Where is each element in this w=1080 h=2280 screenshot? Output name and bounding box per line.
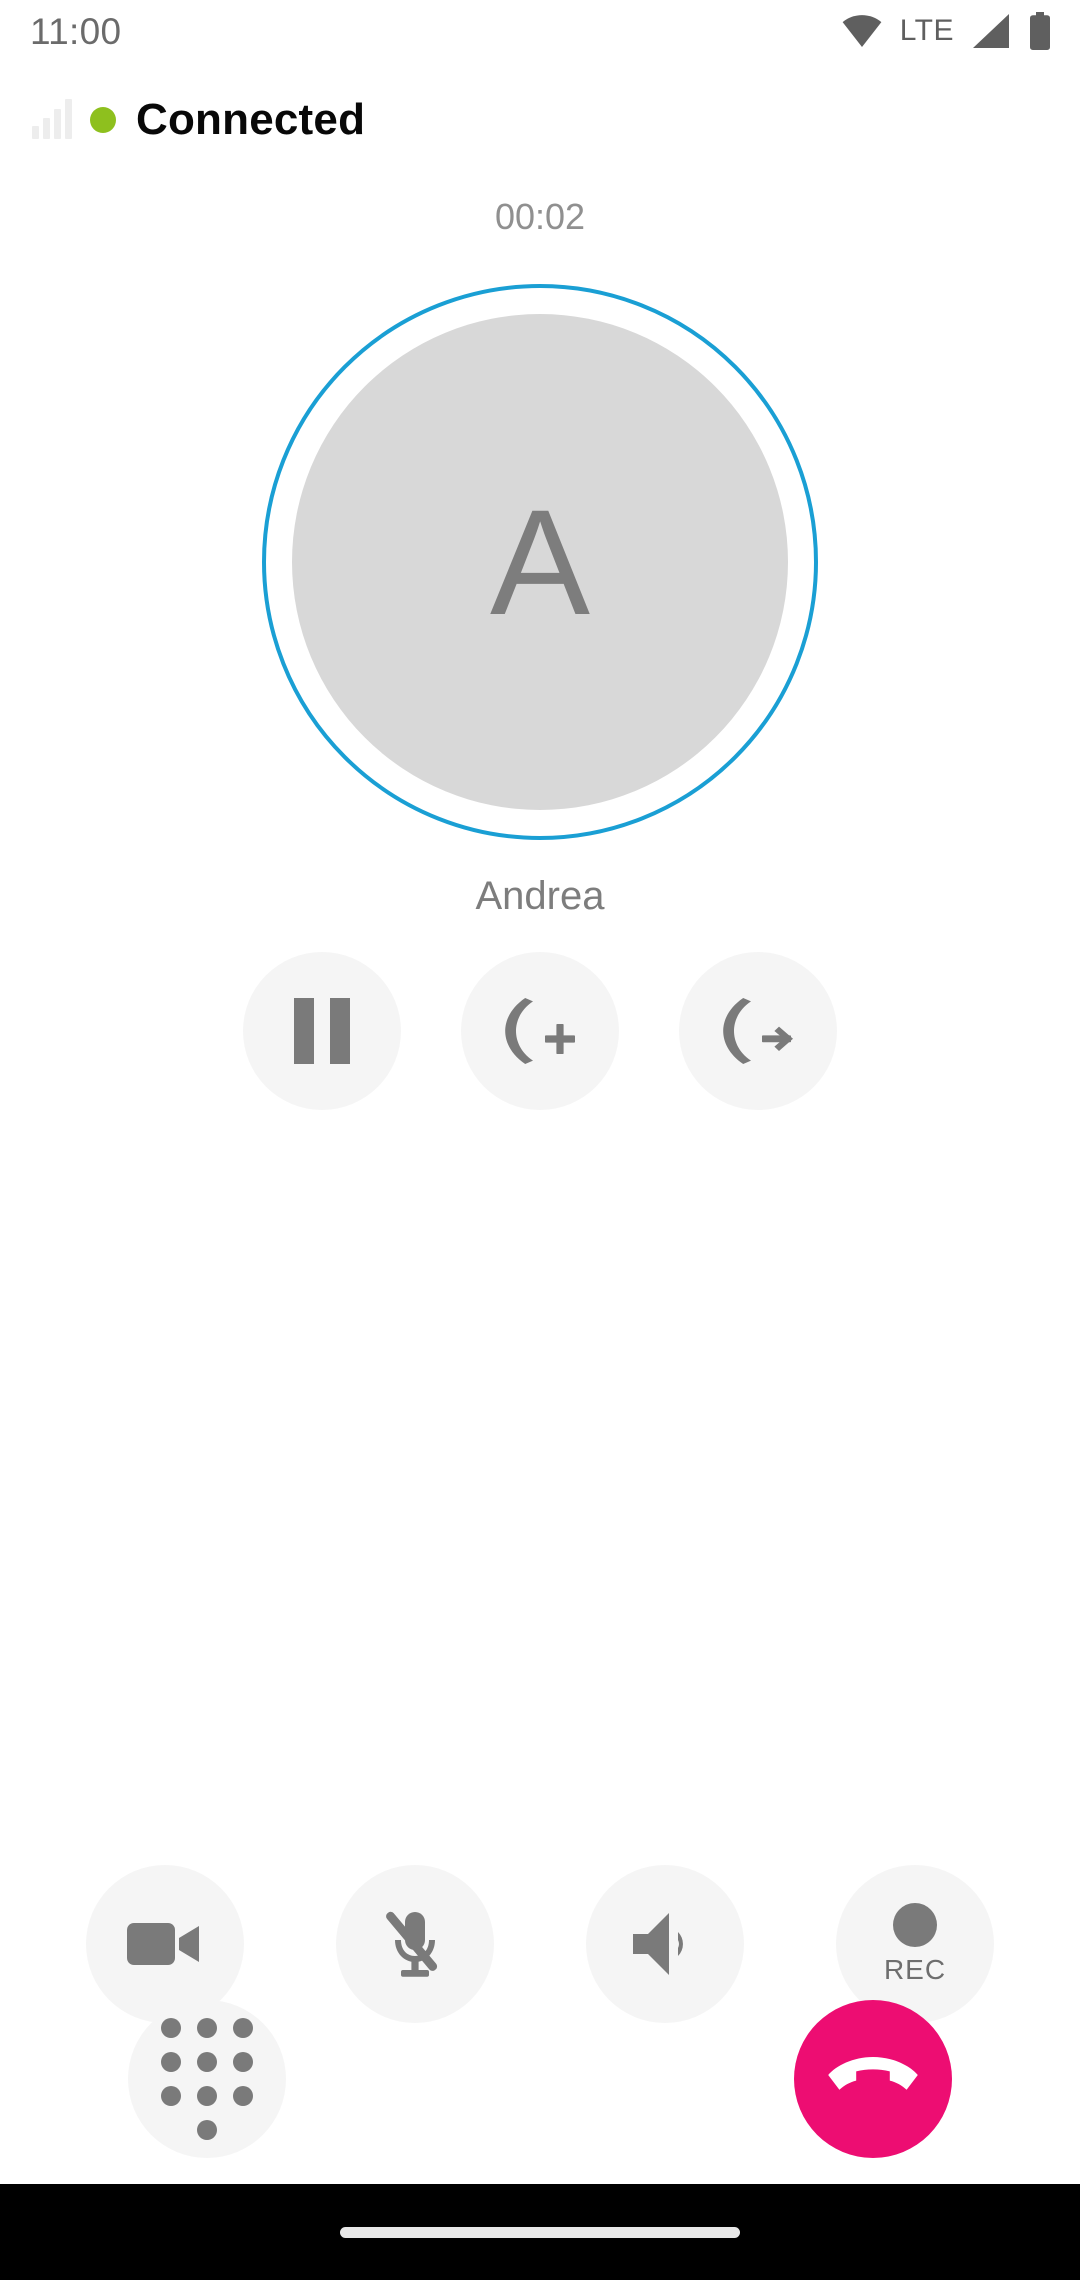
call-duration: 00:02 [494,196,586,237]
bottom-control-row-2 [0,2000,1080,2158]
call-screen: 11:00 LTE Connected 00:02 A Andrea REC [0,0,1080,2280]
status-dot [90,107,116,133]
battery-icon [1028,12,1052,50]
dialpad-button[interactable] [127,2000,286,2158]
connection-status-bar: Connected [0,84,1080,156]
video-camera-icon [125,1915,205,1973]
speaker-icon [627,1908,703,1980]
status-bar: 11:00 LTE [0,0,1080,62]
avatar-circle: A [292,314,788,810]
hold-button[interactable] [243,952,401,1110]
status-icon-group: LTE [841,12,1052,50]
record-dot-icon [892,1902,938,1948]
signal-triangle-icon [971,14,1011,48]
wifi-icon [841,15,883,47]
connection-status-label: Connected [136,95,366,144]
transfer-call-button[interactable] [679,952,837,1110]
phone-down-icon [827,2051,919,2107]
status-time: 11:00 [30,10,122,52]
mic-off-icon [379,1906,451,1982]
phone-plus-icon [498,995,582,1067]
signal-bars-icon [32,99,72,139]
record-label: REC [883,1954,947,1985]
contact-name: Andrea [475,874,605,918]
phone-arrow-icon [716,995,800,1067]
dialpad-icon [160,2018,254,2140]
navigation-bar [0,2184,1080,2280]
home-gesture-pill[interactable] [340,2226,740,2238]
avatar: A [262,284,818,840]
pause-icon [294,998,350,1064]
mid-action-row [0,952,1080,1110]
avatar-initial: A [489,478,591,646]
hangup-button[interactable] [794,2000,953,2158]
add-call-button[interactable] [461,952,619,1110]
network-type-label: LTE [899,14,954,47]
